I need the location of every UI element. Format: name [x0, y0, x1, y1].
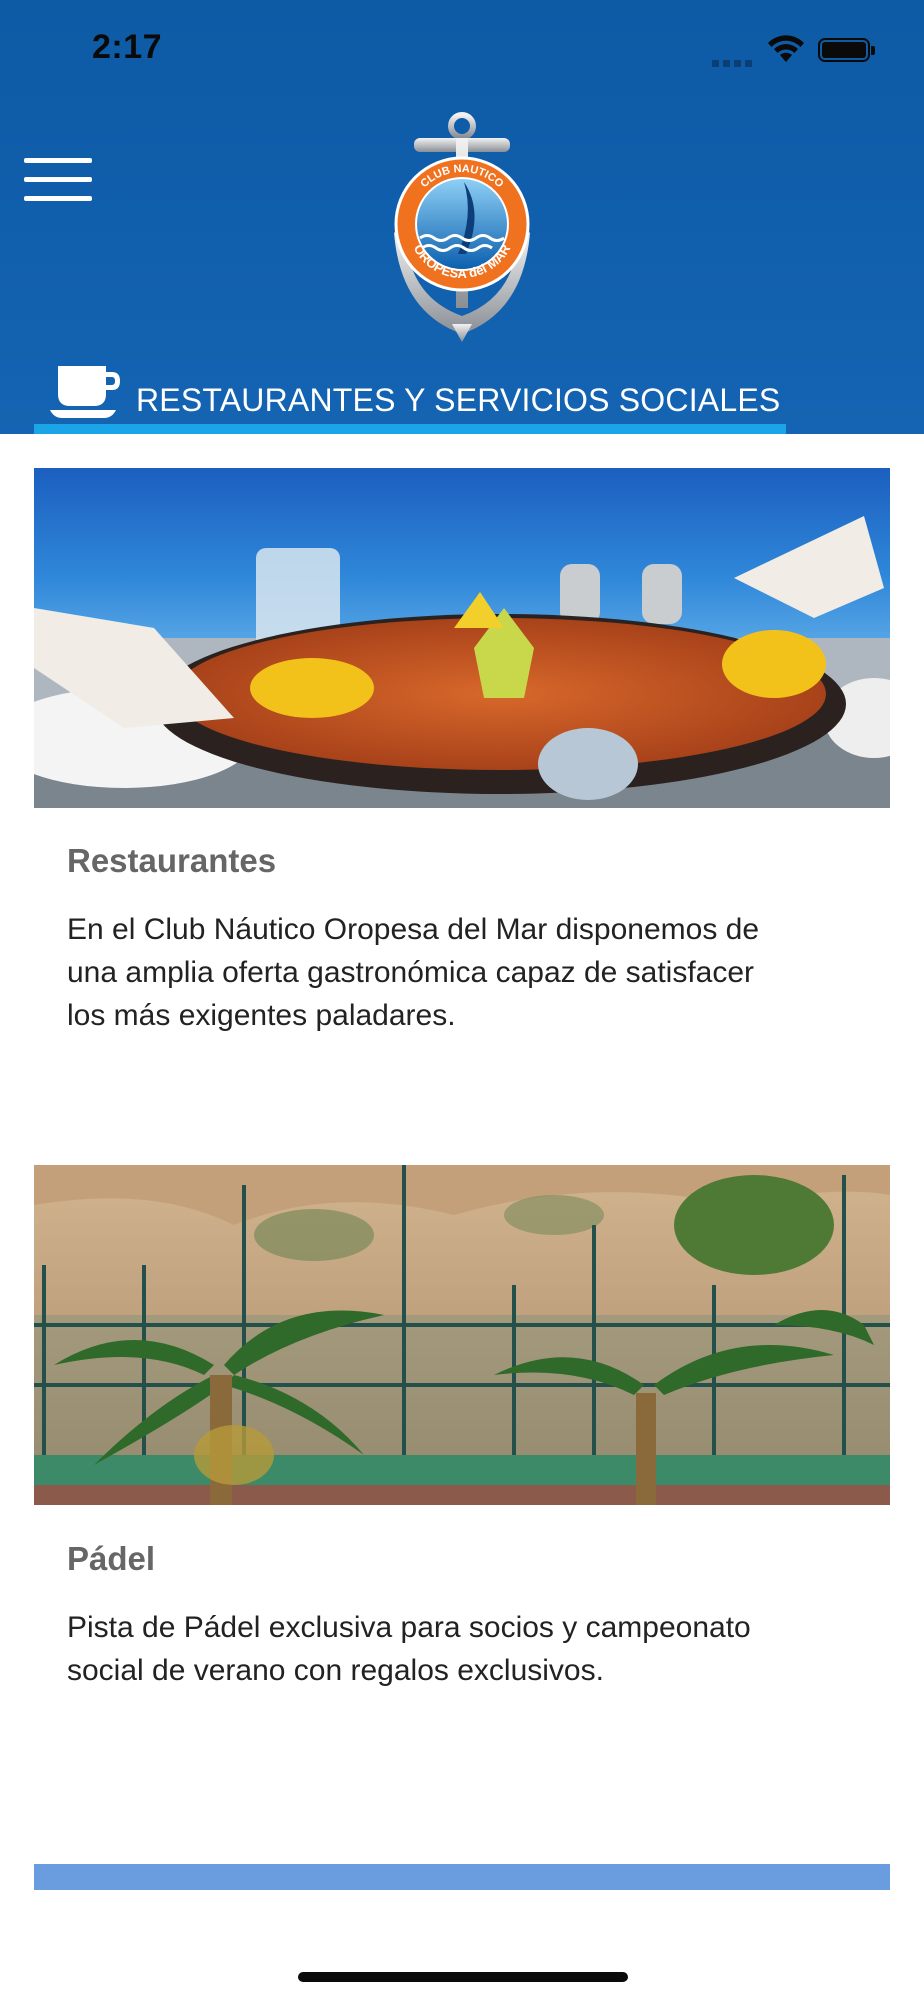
home-indicator[interactable]: [298, 1972, 628, 1982]
padel-court-image[interactable]: [34, 1165, 890, 1505]
card-title-restaurantes[interactable]: Restaurantes: [67, 842, 276, 880]
next-card-edge: [34, 1864, 890, 1890]
hamburger-menu-button[interactable]: [24, 158, 92, 204]
card-description-restaurantes: En el Club Náutico Oropesa del Mar dispo…: [67, 913, 760, 1032]
section-header: RESTAURANTES Y SERVICIOS SOCIALES: [34, 360, 786, 434]
section-title: RESTAURANTES Y SERVICIOS SOCIALES: [136, 382, 781, 418]
battery-icon: [818, 38, 875, 62]
wifi-icon: [768, 35, 804, 62]
club-nautico-logo: CLUB NAUTICO OROPESA del MAR: [394, 112, 530, 342]
coffee-cup-icon: [50, 366, 120, 418]
status-time: 2:17: [92, 28, 163, 66]
app-header: 2:17 CLUB NAUTICO OROPESA del MAR RESTAU…: [0, 0, 924, 434]
card-description-padel: Pista de Pádel exclusiva para socios y c…: [67, 1611, 751, 1687]
card-title-padel[interactable]: Pádel: [67, 1540, 155, 1578]
restaurant-paella-image[interactable]: [34, 468, 890, 808]
section-title-underline: [34, 424, 786, 434]
cellular-signal-icon: [712, 54, 756, 67]
